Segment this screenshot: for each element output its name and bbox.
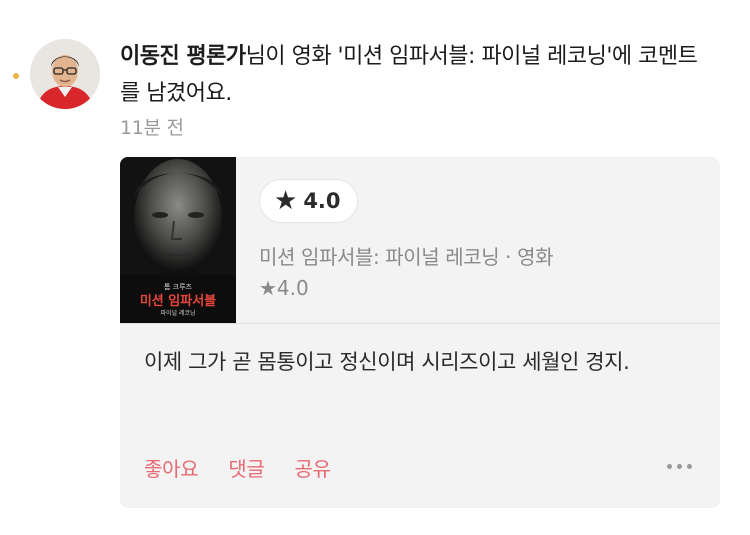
reply-button[interactable]: 댓글 — [228, 453, 265, 482]
comment-card[interactable]: 톰 크루즈 미션 임파서블 파이널 레코닝 ★ 4.0 미션 임파서블: 파이널… — [120, 157, 720, 508]
movie-average-rating: ★4.0 — [259, 276, 309, 300]
poster-title: 미션 임파서블 — [140, 293, 216, 309]
avatar[interactable] — [30, 39, 100, 109]
my-rating-badge: ★ 4.0 — [259, 179, 358, 223]
poster-text-top: 톰 크루즈 — [164, 283, 193, 291]
divider — [120, 323, 720, 324]
more-horizontal-icon[interactable] — [667, 464, 692, 469]
unread-indicator — [13, 73, 19, 79]
comment-text[interactable]: 이제 그가 곧 몸통이고 정신이며 시리즈이고 세월인 경지. — [144, 343, 694, 381]
star-icon: ★ — [274, 186, 298, 216]
action-bar: 좋아요 댓글 공유 — [144, 453, 361, 482]
movie-poster[interactable]: 톰 크루즈 미션 임파서블 파이널 레코닝 — [120, 157, 236, 323]
rating-value: 4.0 — [303, 189, 341, 213]
poster-subtitle: 파이널 레코닝 — [160, 309, 195, 317]
like-button[interactable]: 좋아요 — [144, 453, 199, 482]
more-dot — [667, 464, 672, 469]
timestamp: 11분 전 — [120, 117, 184, 139]
poster-image: 톰 크루즈 미션 임파서블 파이널 레코닝 — [120, 157, 236, 323]
more-dot — [687, 464, 692, 469]
movie-title-link[interactable]: 미션 임파서블: 파이널 레코닝 · 영화 — [259, 241, 553, 270]
avatar-image — [30, 39, 100, 109]
share-button[interactable]: 공유 — [295, 453, 332, 482]
more-dot — [677, 464, 682, 469]
activity-headline: 이동진 평론가님이 영화 '미션 임파서블: 파이널 레코닝'에 코멘트를 남겼… — [120, 38, 710, 112]
author-name[interactable]: 이동진 평론가 — [120, 44, 246, 69]
